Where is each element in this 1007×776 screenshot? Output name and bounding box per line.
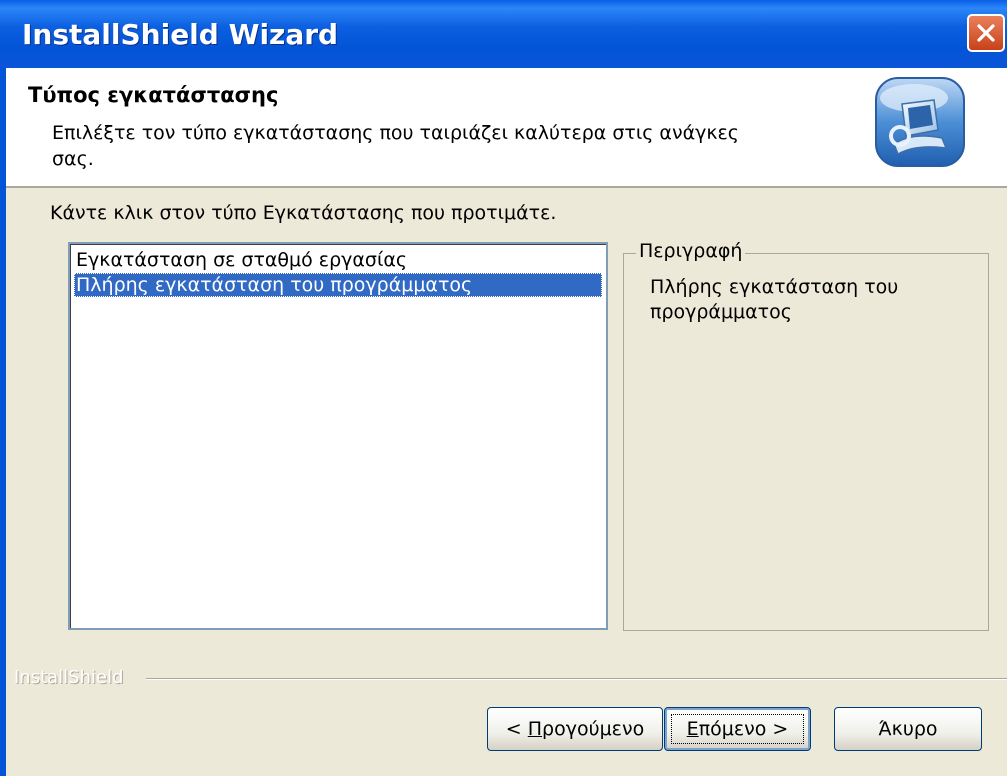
back-prefix: < — [505, 718, 528, 740]
page-title: Τύπος εγκατάστασης — [28, 83, 279, 107]
focus-indicator — [671, 714, 804, 744]
close-icon — [977, 24, 995, 42]
description-label: Περιγραφή — [636, 240, 746, 262]
back-label: ρογούμενο — [542, 718, 645, 740]
instruction-text: Κάντε κλικ στον τύπο Εγκατάστασης που πρ… — [50, 202, 557, 224]
window-title: InstallShield Wizard — [22, 18, 339, 51]
cancel-button[interactable]: Άκυρο — [834, 707, 982, 751]
title-bar[interactable]: InstallShield Wizard — [0, 0, 1007, 68]
back-hotkey: Π — [527, 718, 543, 740]
back-button[interactable]: < Προγούμενο — [487, 707, 663, 751]
page-subtitle: Επιλέξτε τον τύπο εγκατάστασης που ταιρι… — [52, 122, 739, 170]
installshield-brand: InstallShield — [14, 667, 130, 688]
list-item-selected[interactable]: Πλήρης εγκατάσταση του προγράμματος — [74, 273, 602, 297]
next-button[interactable]: Επόμενο > — [664, 707, 811, 751]
footer-divider — [146, 678, 1007, 680]
setup-computer-icon — [872, 74, 968, 170]
close-button[interactable] — [967, 14, 1005, 52]
installshield-dialog: InstallShield Wizard Τύπος εγκατάστασης … — [0, 0, 1007, 776]
setup-type-list[interactable]: Εγκατάσταση σε σταθμό εργασίας Πλήρης εγ… — [68, 242, 608, 630]
description-text: Πλήρης εγκατάσταση του προγράμματος — [650, 276, 899, 323]
wizard-header: Τύπος εγκατάστασης Επιλέξτε τον τύπο εγκ… — [6, 68, 1007, 188]
list-item[interactable]: Εγκατάσταση σε σταθμό εργασίας — [74, 248, 602, 272]
